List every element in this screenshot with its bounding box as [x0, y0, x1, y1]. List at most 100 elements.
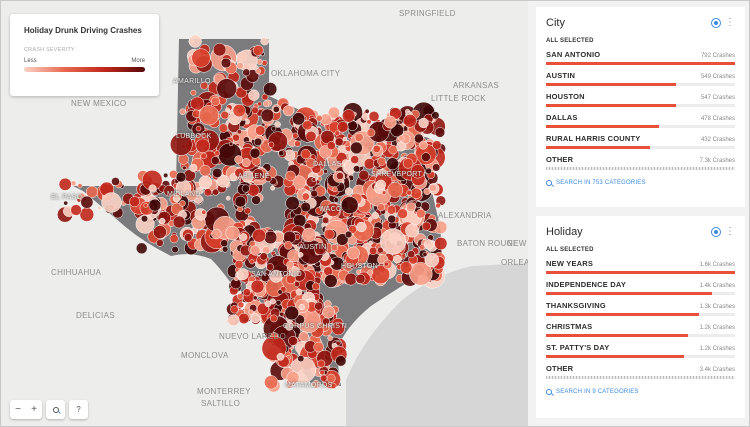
crash-bubble[interactable]: [298, 331, 309, 342]
crash-bubble[interactable]: [410, 187, 422, 200]
crash-bubble[interactable]: [388, 145, 398, 155]
crash-bubble[interactable]: [383, 261, 389, 267]
crash-bubble[interactable]: [179, 200, 186, 207]
crash-bubble[interactable]: [320, 374, 328, 382]
crash-bubble[interactable]: [428, 183, 437, 192]
crash-bubble[interactable]: [203, 188, 212, 197]
crash-bubble[interactable]: [346, 246, 360, 260]
crash-bubble[interactable]: [236, 62, 244, 70]
crash-bubble[interactable]: [198, 175, 212, 189]
more-options-icon[interactable]: ⋮: [725, 18, 735, 28]
crash-bubble[interactable]: [397, 208, 408, 219]
crash-bubble[interactable]: [387, 214, 396, 224]
crash-bubble[interactable]: [237, 301, 245, 309]
crash-bubble[interactable]: [251, 106, 259, 114]
crash-bubble[interactable]: [340, 196, 359, 214]
crash-bubble[interactable]: [163, 172, 169, 178]
crash-bubble[interactable]: [267, 131, 288, 152]
crash-bubble[interactable]: [383, 115, 397, 129]
crash-bubble[interactable]: [210, 156, 220, 165]
filter-icon[interactable]: [711, 18, 721, 28]
crash-bubble[interactable]: [216, 78, 237, 99]
category-row[interactable]: INDEPENDENCE DAY 1.4k Crashes: [546, 280, 735, 295]
crash-bubble[interactable]: [405, 223, 420, 238]
crash-bubble[interactable]: [214, 150, 221, 157]
crash-bubble[interactable]: [218, 123, 229, 133]
crash-bubble[interactable]: [253, 137, 263, 147]
crash-bubble[interactable]: [399, 261, 413, 274]
crash-bubble[interactable]: [260, 36, 269, 46]
crash-bubble[interactable]: [270, 185, 276, 191]
crash-bubble[interactable]: [418, 140, 428, 150]
crash-bubble[interactable]: [322, 216, 330, 224]
crash-bubble[interactable]: [319, 369, 325, 376]
crash-bubble[interactable]: [350, 141, 363, 155]
crash-bubble[interactable]: [434, 127, 446, 138]
help-button[interactable]: ?: [69, 400, 88, 419]
crash-bubble[interactable]: [335, 355, 347, 367]
crash-bubble[interactable]: [415, 201, 422, 208]
crash-bubble[interactable]: [315, 114, 323, 122]
crash-bubble[interactable]: [381, 190, 387, 195]
crash-bubble[interactable]: [350, 155, 360, 164]
crash-bubble[interactable]: [266, 263, 274, 271]
crash-bubble[interactable]: [396, 141, 407, 152]
crash-bubble[interactable]: [310, 189, 318, 198]
crash-bubble[interactable]: [418, 117, 429, 129]
crash-bubble[interactable]: [172, 215, 186, 229]
crash-bubble[interactable]: [377, 203, 385, 212]
crash-bubble[interactable]: [135, 242, 148, 255]
crash-bubble[interactable]: [356, 221, 367, 233]
category-row[interactable]: RURAL HARRIS COUNTY 432 Crashes: [546, 134, 735, 149]
filter-icon[interactable]: [711, 227, 721, 237]
crash-bubble[interactable]: [274, 121, 281, 128]
crash-bubble[interactable]: [210, 96, 221, 107]
crash-bubble[interactable]: [153, 225, 167, 239]
crash-bubble[interactable]: [70, 204, 82, 216]
crash-bubble[interactable]: [367, 216, 373, 222]
crash-bubble[interactable]: [171, 246, 179, 254]
crash-bubble[interactable]: [70, 180, 77, 187]
crash-bubble[interactable]: [337, 121, 349, 133]
crash-bubble[interactable]: [248, 309, 254, 315]
more-options-icon[interactable]: ⋮: [725, 227, 735, 237]
crash-bubble[interactable]: [257, 101, 263, 107]
crash-bubble[interactable]: [255, 68, 262, 75]
crash-bubble[interactable]: [252, 295, 258, 301]
crash-bubble[interactable]: [262, 100, 270, 108]
crash-bubble[interactable]: [264, 375, 279, 390]
crash-bubble[interactable]: [198, 105, 219, 126]
crash-bubble[interactable]: [234, 155, 243, 164]
crash-bubble[interactable]: [342, 109, 356, 123]
zoom-out-button[interactable]: −: [10, 400, 26, 419]
crash-bubble[interactable]: [212, 43, 227, 57]
crash-bubble[interactable]: [241, 184, 250, 193]
crash-bubble[interactable]: [386, 157, 399, 171]
crash-bubble[interactable]: [336, 172, 344, 180]
category-row[interactable]: ST. PATTY'S DAY 1.2k Crashes: [546, 343, 735, 358]
crash-bubble[interactable]: [259, 252, 268, 261]
crash-bubble[interactable]: [435, 202, 441, 209]
crash-bubble[interactable]: [402, 158, 414, 169]
crash-bubble[interactable]: [220, 239, 229, 248]
crash-bubble[interactable]: [260, 108, 275, 123]
crash-bubble[interactable]: [377, 157, 386, 166]
crash-bubble[interactable]: [298, 252, 304, 258]
crash-bubble[interactable]: [129, 196, 141, 208]
crash-bubble[interactable]: [278, 150, 285, 157]
search-categories-link[interactable]: SEARCH IN 753 CATEGORIES: [546, 180, 735, 186]
crash-bubble[interactable]: [101, 192, 122, 213]
crash-bubble[interactable]: [148, 184, 157, 193]
crash-bubble[interactable]: [285, 170, 296, 182]
crash-bubble[interactable]: [361, 113, 370, 121]
crash-bubble[interactable]: [368, 111, 380, 122]
crash-bubble[interactable]: [431, 111, 440, 120]
crash-bubble[interactable]: [292, 132, 299, 139]
crash-bubble[interactable]: [375, 179, 386, 190]
crash-bubble[interactable]: [211, 228, 222, 240]
crash-bubble[interactable]: [225, 195, 231, 201]
crash-bubble[interactable]: [252, 45, 264, 56]
crash-bubble[interactable]: [369, 246, 378, 255]
crash-bubble[interactable]: [333, 197, 339, 203]
crash-bubble[interactable]: [434, 237, 448, 251]
